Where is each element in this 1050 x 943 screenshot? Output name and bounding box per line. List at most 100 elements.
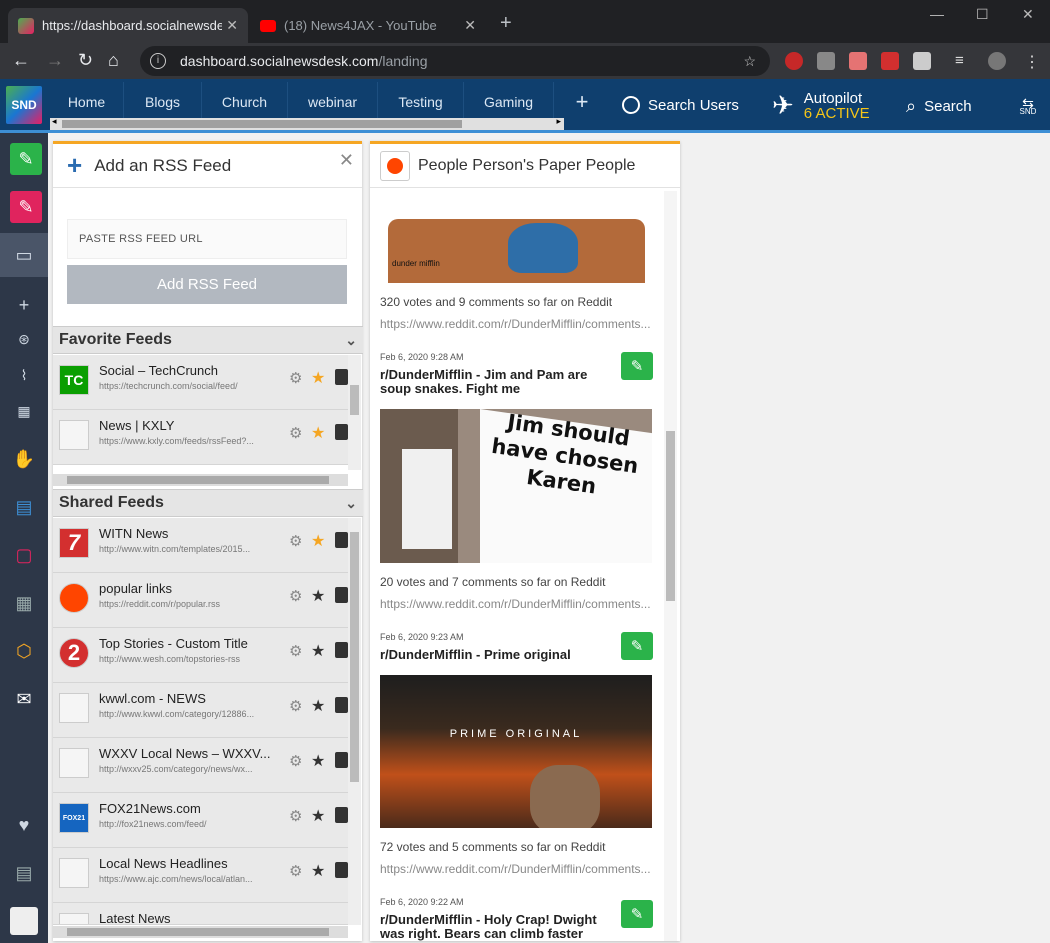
rss-icon[interactable] (335, 862, 348, 878)
shared-feed-row[interactable]: popular links https://reddit.com/r/popul… (53, 573, 348, 628)
scroll-right-icon[interactable]: ▸ (556, 116, 561, 127)
favorite-feed-row[interactable]: News | KXLY https://www.kxly.com/feeds/r… (53, 410, 348, 465)
bookmark-star-icon[interactable]: ☆ (743, 53, 756, 70)
star-icon[interactable]: ★ (311, 641, 325, 661)
browser-tab-youtube[interactable]: (18) News4JAX - YouTube ✕ (250, 8, 486, 43)
post-link[interactable]: https://www.reddit.com/r/DunderMifflin/c… (380, 862, 655, 876)
favorites-scrollbar[interactable] (348, 355, 361, 470)
rss-icon[interactable] (335, 642, 348, 658)
close-panel-icon[interactable]: ✕ (339, 150, 354, 171)
shared-hscrollbar[interactable] (53, 926, 348, 938)
minimize-icon[interactable]: — (930, 6, 944, 22)
gear-icon[interactable]: ⚙ (289, 369, 302, 387)
tab-scrollbar[interactable]: ◂ ▸ (50, 116, 564, 130)
url-bar[interactable]: i dashboard.socialnewsdesk.com /landing … (140, 46, 770, 76)
screen-icon[interactable]: ▢ (10, 541, 38, 569)
messenger-icon[interactable]: ✉ (10, 685, 38, 713)
rss-icon[interactable] (335, 697, 348, 713)
rss-icon[interactable] (335, 532, 348, 548)
tab-gaming[interactable]: Gaming (464, 82, 554, 122)
star-icon[interactable]: ★ (311, 861, 325, 881)
shared-feeds-header[interactable]: Shared Feeds ⌄ (53, 489, 363, 517)
rss-icon[interactable] (335, 369, 348, 385)
tab-webinar[interactable]: webinar (288, 82, 378, 122)
extension-puzzle-icon[interactable] (913, 52, 931, 70)
extension-k-icon[interactable] (817, 52, 835, 70)
close-window-icon[interactable]: ✕ (1022, 6, 1034, 23)
shared-feed-row[interactable]: 2 Top Stories - Custom Title http://www.… (53, 628, 348, 683)
favorite-feeds-header[interactable]: Favorite Feeds ⌄ (53, 326, 363, 354)
search-button[interactable]: ⌕ Search (906, 96, 972, 117)
star-icon[interactable]: ★ (311, 696, 325, 716)
compose-alt-icon[interactable]: ✎ (10, 191, 42, 223)
gear-icon[interactable]: ⚙ (289, 862, 302, 880)
home-icon[interactable]: ⌂ (108, 50, 119, 71)
star-icon[interactable]: ★ (311, 531, 325, 551)
forward-icon[interactable]: → (46, 50, 64, 71)
rss-add-icon[interactable]: ⊛ (10, 325, 38, 353)
extension-mail-icon[interactable] (849, 52, 867, 70)
analytics-icon[interactable]: ⌇ (10, 361, 38, 389)
shared-feed-row[interactable]: Latest News (53, 903, 348, 925)
autopilot-button[interactable]: ✈ Autopilot 6 ACTIVE (772, 90, 870, 121)
tab-church[interactable]: Church (202, 82, 288, 122)
star-icon[interactable]: ★ (311, 586, 325, 606)
maximize-icon[interactable]: ☐ (976, 6, 989, 23)
media-control-icon[interactable]: ≡ (955, 52, 973, 70)
shared-feed-row[interactable]: FOX21 FOX21News.com http://fox21news.com… (53, 793, 348, 848)
star-icon[interactable]: ★ (311, 423, 325, 443)
chevron-down-icon[interactable]: ⌄ (345, 495, 357, 512)
shared-feed-row[interactable]: 7 WITN News http://www.witn.com/template… (53, 518, 348, 573)
gear-icon[interactable]: ⚙ (289, 642, 302, 660)
info-icon[interactable]: i (150, 53, 166, 69)
star-icon[interactable]: ★ (311, 368, 325, 388)
gear-icon[interactable]: ⚙ (289, 587, 302, 605)
feed-scrollbar[interactable] (664, 191, 677, 941)
rss-icon[interactable] (335, 424, 348, 440)
rss-icon[interactable] (335, 807, 348, 823)
search-users-button[interactable]: Search Users (622, 96, 739, 114)
extension-adblock-icon[interactable] (785, 52, 803, 70)
profile-avatar-icon[interactable] (988, 52, 1006, 70)
gear-icon[interactable]: ⚙ (289, 424, 302, 442)
post-title[interactable]: r/DunderMifflin - Holy Crap! Dwight was … (380, 913, 608, 941)
post-title[interactable]: r/DunderMifflin - Prime original (380, 648, 608, 662)
user-avatar-icon[interactable] (10, 907, 38, 935)
snd-logo[interactable]: SND (6, 86, 42, 124)
menu-kebab-icon[interactable]: ⋮ (1024, 52, 1042, 71)
edit-post-button[interactable]: ✎ (621, 632, 653, 660)
gear-icon[interactable]: ⚙ (289, 697, 302, 715)
rss-icon[interactable] (335, 752, 348, 768)
edit-post-button[interactable]: ✎ (621, 352, 653, 380)
star-icon[interactable]: ★ (311, 751, 325, 771)
add-tab-icon[interactable]: + (564, 82, 600, 122)
reload-icon[interactable]: ↻ (78, 50, 93, 71)
rss-icon[interactable] (335, 587, 348, 603)
scroll-left-icon[interactable]: ◂ (52, 116, 57, 127)
gear-icon[interactable]: ⚙ (289, 532, 302, 550)
chevron-down-icon[interactable]: ⌄ (345, 332, 357, 349)
post-image[interactable]: dunder mifflin (388, 219, 645, 283)
post-link[interactable]: https://www.reddit.com/r/DunderMifflin/c… (380, 317, 655, 331)
extension-badge-icon[interactable] (881, 52, 899, 70)
close-tab-icon[interactable]: ✕ (464, 17, 476, 34)
billboard-icon[interactable]: ▦ (10, 589, 38, 617)
browser-tab-active[interactable]: https://dashboard.socialnewsdesk ✕ (8, 8, 248, 43)
hexagon-icon[interactable]: ⬡ (10, 637, 38, 665)
tab-blogs[interactable]: Blogs (124, 82, 202, 122)
gear-icon[interactable]: ⚙ (289, 807, 302, 825)
snd-switch-button[interactable]: ⇆ SND (1010, 94, 1046, 120)
add-icon[interactable]: + (10, 291, 38, 319)
edit-post-button[interactable]: ✎ (621, 900, 653, 928)
post-title[interactable]: r/DunderMifflin - Jim and Pam are soup s… (380, 368, 608, 396)
compose-post-icon[interactable]: ✎ (10, 143, 42, 175)
calendar-icon[interactable]: ▦ (10, 397, 38, 425)
new-tab-icon[interactable]: + (500, 12, 512, 35)
favorites-hscrollbar[interactable] (53, 474, 348, 486)
document-icon[interactable]: ▤ (10, 859, 38, 887)
post-image[interactable]: Jim should have chosen Karen (380, 409, 652, 563)
monitor-icon[interactable]: ▭ (0, 233, 48, 277)
heart-icon[interactable]: ♥ (10, 811, 38, 839)
post-image[interactable]: PRIME ORIGINAL (380, 675, 652, 828)
shared-feed-row[interactable]: WXXV Local News – WXXV... http://wxxv25.… (53, 738, 348, 793)
